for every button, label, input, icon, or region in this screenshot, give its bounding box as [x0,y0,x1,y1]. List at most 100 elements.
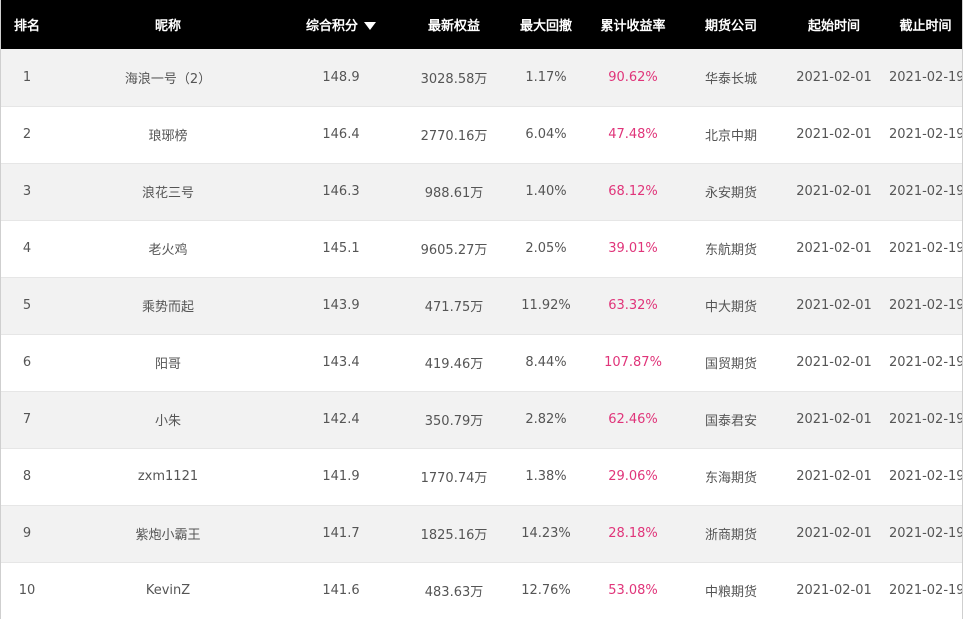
cell-equity: 483.63万 [424,585,484,600]
cell-rank: 3 [22,184,32,199]
cell-drawdown: 14.23% [521,526,571,541]
table-row[interactable]: 3 浪花三号 146.3 988.61万 1.40% 68.12% 永安期货 2021-02-… [1,163,962,220]
cell-return: 62.46% [608,412,658,427]
table-row[interactable]: 6 阳哥 143.4 419.46万 8.44% 107.87% 国贸期货 2021-02-0… [1,334,962,391]
ranking-table-container: 排名 昵称 综合积分 最新权益 最大回撤 累计收益率 期货公司 起始时间 截止时… [0,0,963,619]
header-drawdown: 最大回撤 [519,19,572,34]
cell-drawdown: 2.82% [525,412,567,427]
cell-end: 2021-02-19 [889,184,962,199]
cell-nickname: 琅琊榜 [148,129,188,144]
cell-return: 47.48% [608,127,658,142]
cell-broker: 东海期货 [704,471,757,486]
cell-drawdown: 2.05% [525,241,567,256]
cell-return: 39.01% [608,241,658,256]
cell-equity: 1825.16万 [420,528,488,543]
cell-end: 2021-02-19 [889,526,962,541]
cell-equity: 988.61万 [424,186,484,201]
cell-start: 2021-02-01 [796,355,872,370]
cell-start: 2021-02-01 [796,69,872,85]
cell-end: 2021-02-19 [889,241,962,256]
cell-score: 143.4 [322,355,360,370]
cell-rank: 6 [22,355,32,370]
table-row[interactable]: 7 小朱 142.4 350.79万 2.82% 62.46% 国泰君安 2021-02-01… [1,391,962,448]
cell-start: 2021-02-01 [796,469,872,484]
cell-drawdown: 12.76% [521,583,571,598]
cell-rank: 7 [22,412,32,427]
cell-end: 2021-02-19 [889,127,962,142]
header-equity: 最新权益 [427,19,480,34]
cell-broker: 华泰长城 [704,71,757,87]
cell-equity: 350.79万 [424,414,484,429]
cell-return: 28.18% [608,526,658,541]
cell-nickname: KevinZ [145,583,191,598]
cell-end: 2021-02-19 [889,298,962,313]
cell-end: 2021-02-19 [889,469,962,484]
cell-equity: 471.75万 [424,300,484,315]
cell-equity: 9605.27万 [420,243,488,258]
cell-start: 2021-02-01 [796,583,872,598]
table-row[interactable]: 10 KevinZ 141.6 483.63万 12.76% 53.08% 中粮期货 2021… [1,562,962,619]
cell-score: 146.3 [322,184,360,199]
cell-broker: 中大期货 [704,300,757,315]
cell-broker: 北京中期 [704,129,757,144]
header-nickname: 昵称 [154,19,181,34]
cell-drawdown: 6.04% [525,127,567,142]
cell-equity: 3028.58万 [420,71,488,87]
cell-score: 141.9 [322,469,360,484]
ranking-table: 排名 昵称 综合积分 最新权益 最大回撤 累计收益率 期货公司 起始时间 截止时… [1,0,962,619]
table-row[interactable]: 9 紫炮小霸王 141.7 1825.16万 14.23% 28.18% 浙商期货 2021-… [1,505,962,562]
cell-rank: 9 [22,526,32,541]
header-score-label: 综合积分 [305,19,358,34]
cell-end: 2021-02-19 [889,355,962,370]
cell-score: 141.7 [322,526,360,541]
cell-drawdown: 1.40% [525,184,567,199]
cell-rank: 8 [22,469,32,484]
cell-rank: 4 [22,241,32,256]
cell-return: 68.12% [608,184,658,199]
table-row[interactable]: 1 海浪一号（2） 148.9 3028.58万 1.17% 90.62% 华泰长城 2021… [1,49,962,106]
cell-score: 148.9 [322,69,360,85]
cell-score: 143.9 [322,298,360,313]
cell-nickname: 阳哥 [154,357,181,372]
table-row[interactable]: 8 zxm1121 141.9 1770.74万 1.38% 29.06% 东海期货 2021… [1,448,962,505]
cell-start: 2021-02-01 [796,127,872,142]
cell-broker: 中粮期货 [704,585,757,600]
cell-start: 2021-02-01 [796,412,872,427]
cell-nickname: 紫炮小霸王 [135,528,201,543]
cell-equity: 419.46万 [424,357,484,372]
cell-nickname: zxm1121 [137,469,199,484]
cell-nickname: 乘势而起 [141,300,194,315]
cell-nickname: 小朱 [154,414,181,429]
cell-broker: 国泰君安 [704,414,757,429]
cell-rank: 2 [22,127,32,142]
cell-broker: 国贸期货 [704,357,757,372]
cell-score: 142.4 [322,412,360,427]
table-body: 1 海浪一号（2） 148.9 3028.58万 1.17% 90.62% 华泰长城 2021… [1,49,962,619]
cell-rank: 10 [18,583,36,598]
cell-nickname: 浪花三号 [141,186,194,201]
cell-rank: 5 [22,298,32,313]
cell-broker: 浙商期货 [704,528,757,543]
cell-drawdown: 8.44% [525,355,567,370]
cell-drawdown: 1.38% [525,469,567,484]
header-score-sort[interactable]: 综合积分 [283,0,399,49]
cell-return: 63.32% [608,298,658,313]
cell-score: 146.4 [322,127,360,142]
cell-rank: 1 [22,69,32,85]
table-row[interactable]: 2 琅琊榜 146.4 2770.16万 6.04% 47.48% 北京中期 2021-02-… [1,106,962,163]
cell-equity: 2770.16万 [420,129,488,144]
cell-score: 145.1 [322,241,360,256]
header-start: 起始时间 [807,19,860,34]
cell-score: 141.6 [322,583,360,598]
cell-return: 107.87% [604,355,662,370]
header-return: 累计收益率 [600,19,666,34]
cell-start: 2021-02-01 [796,241,872,256]
header-end: 截止时间 [899,19,952,34]
cell-equity: 1770.74万 [420,471,488,486]
table-row[interactable]: 4 老火鸡 145.1 9605.27万 2.05% 39.01% 东航期货 2021-02-… [1,220,962,277]
cell-return: 53.08% [608,583,658,598]
table-row[interactable]: 5 乘势而起 143.9 471.75万 11.92% 63.32% 中大期货 2021-02… [1,277,962,334]
header-rank: 排名 [13,19,40,34]
cell-end: 2021-02-19 [889,412,962,427]
cell-start: 2021-02-01 [796,298,872,313]
